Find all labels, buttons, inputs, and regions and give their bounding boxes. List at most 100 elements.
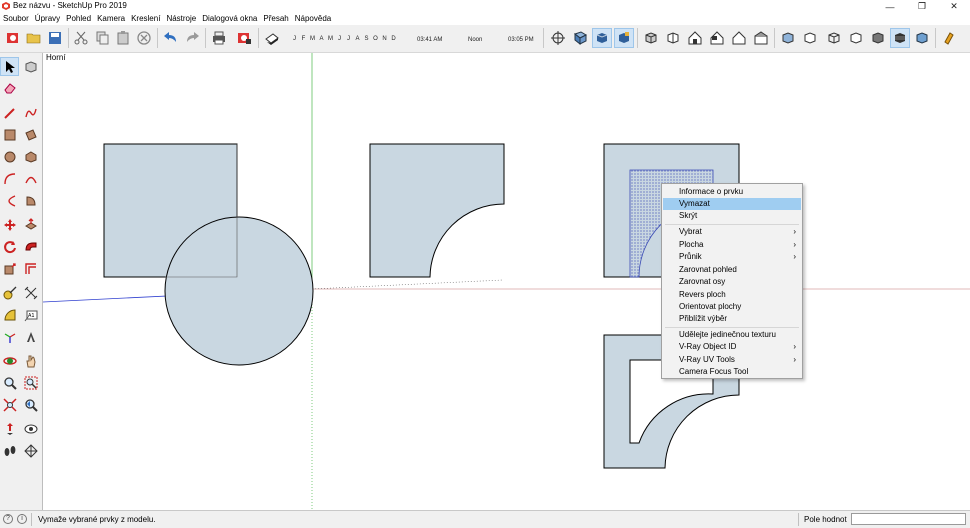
freehand-tool-icon[interactable] [21, 103, 40, 122]
menu-napoveda[interactable]: Nápověda [292, 13, 334, 25]
menu-nastroje[interactable]: Nástroje [163, 13, 199, 25]
circle-face[interactable] [164, 216, 314, 366]
previous-view-tool-icon[interactable] [21, 395, 40, 414]
ctx-orient-faces[interactable]: Orientovat plochy [663, 301, 801, 313]
front-view-icon[interactable] [685, 28, 705, 48]
walk-tool-icon[interactable] [0, 441, 19, 460]
menu-soubor[interactable]: Soubor [0, 13, 32, 25]
left-view-icon[interactable] [751, 28, 771, 48]
new-model-icon[interactable] [3, 28, 23, 48]
offset-tool-icon[interactable] [21, 259, 40, 278]
orbit-tool-icon[interactable] [0, 351, 19, 370]
line-tool-icon[interactable] [0, 103, 19, 122]
menu-kresleni[interactable]: Kreslení [128, 13, 163, 25]
redo-icon[interactable] [182, 28, 202, 48]
make-component-icon[interactable] [21, 57, 40, 76]
zoom-tool-icon[interactable] [0, 373, 19, 392]
ctx-erase[interactable]: Vymazat [663, 198, 801, 210]
model-viewport[interactable]: Horní [43, 53, 970, 510]
wireframe-style-icon[interactable] [824, 28, 844, 48]
display-section-planes-icon[interactable] [592, 28, 612, 48]
back-view-icon[interactable] [729, 28, 749, 48]
shadows-toggle-icon[interactable] [262, 28, 282, 48]
minimize-icon[interactable]: — [874, 0, 906, 13]
copy-icon[interactable] [92, 28, 112, 48]
back-edges-style-icon[interactable] [800, 28, 820, 48]
ctx-align-axes[interactable]: Zarovnat osy [663, 276, 801, 288]
menu-upravy[interactable]: Úpravy [32, 13, 63, 25]
polygon-tool-icon[interactable] [21, 147, 40, 166]
axes-tool-icon[interactable] [0, 327, 19, 346]
look-around-tool-icon[interactable] [21, 419, 40, 438]
save-icon[interactable] [45, 28, 65, 48]
3d-text-tool-icon[interactable] [21, 327, 40, 346]
ctx-reverse-faces[interactable]: Revers ploch [663, 289, 801, 301]
position-camera-tool-icon[interactable] [0, 419, 19, 438]
circle-tool-icon[interactable] [0, 147, 19, 166]
three-point-arc-tool-icon[interactable] [0, 191, 19, 210]
two-point-arc-tool-icon[interactable] [21, 169, 40, 188]
undo-icon[interactable] [161, 28, 181, 48]
ctx-hide[interactable]: Skrýt [663, 210, 801, 222]
protractor-tool-icon[interactable] [0, 305, 19, 324]
select-tool-icon[interactable] [0, 57, 19, 76]
arc-tool-icon[interactable] [0, 169, 19, 188]
ctx-make-unique-texture[interactable]: Udělejte jedinečnou texturu [663, 329, 801, 341]
ctx-zoom-selection[interactable]: Přiblížit výběr [663, 313, 801, 325]
erase-delete-icon[interactable] [134, 28, 154, 48]
square-circle-group[interactable] [103, 143, 314, 366]
menu-kamera[interactable]: Kamera [94, 13, 128, 25]
x-ray-axes-icon[interactable] [548, 28, 568, 48]
zoom-window-tool-icon[interactable] [21, 373, 40, 392]
monochrome-style-icon[interactable] [912, 28, 932, 48]
ctx-entity-info[interactable]: Informace o prvku [663, 186, 801, 198]
top-view-icon[interactable] [663, 28, 683, 48]
menu-dialogova-okna[interactable]: Dialogová okna [199, 13, 260, 25]
maximize-icon[interactable]: ❐ [906, 0, 938, 13]
pie-tool-icon[interactable] [21, 191, 40, 210]
print-icon[interactable] [209, 28, 229, 48]
paste-icon[interactable] [113, 28, 133, 48]
text-tool-icon[interactable]: A1 [21, 305, 40, 324]
xray-style-icon[interactable] [778, 28, 798, 48]
shaded-style-icon[interactable] [868, 28, 888, 48]
ctx-select[interactable]: Vybrat › [663, 226, 801, 238]
ctx-face[interactable]: Plocha › [663, 239, 801, 251]
tape-measure-tool-icon[interactable] [0, 283, 19, 302]
credits-icon[interactable]: i [17, 514, 27, 524]
right-view-icon[interactable] [707, 28, 727, 48]
display-section-cuts-icon[interactable] [614, 28, 634, 48]
menu-presah[interactable]: Přesah [260, 13, 291, 25]
model-info-icon[interactable] [234, 28, 254, 48]
measurements-input[interactable] [851, 513, 966, 525]
follow-me-tool-icon[interactable] [21, 237, 40, 256]
rotate-tool-icon[interactable] [0, 237, 19, 256]
paint-bucket-icon[interactable] [939, 28, 959, 48]
section-plane-icon[interactable] [570, 28, 590, 48]
geo-location-icon[interactable]: ? [3, 514, 13, 524]
rotated-rectangle-tool-icon[interactable] [21, 125, 40, 144]
ctx-vray-object-id[interactable]: V-Ray Object ID › [663, 341, 801, 353]
cut-icon[interactable] [71, 28, 91, 48]
shaded-with-textures-icon[interactable] [890, 28, 910, 48]
rectangle-tool-icon[interactable] [0, 125, 19, 144]
subtracted-face[interactable] [369, 143, 505, 278]
zoom-extents-tool-icon[interactable] [0, 395, 19, 414]
push-pull-tool-icon[interactable] [21, 215, 40, 234]
section-plane-tool-icon[interactable] [21, 441, 40, 460]
move-tool-icon[interactable] [0, 215, 19, 234]
iso-view-icon[interactable] [641, 28, 661, 48]
menu-pohled[interactable]: Pohled [63, 13, 94, 25]
pan-tool-icon[interactable] [21, 351, 40, 370]
eraser-tool-icon[interactable] [0, 78, 19, 97]
ctx-intersect[interactable]: Průnik › [663, 251, 801, 263]
open-folder-icon[interactable] [24, 28, 44, 48]
dimension-tool-icon[interactable] [21, 283, 40, 302]
close-icon[interactable]: ✕ [938, 0, 970, 13]
hidden-line-style-icon[interactable] [846, 28, 866, 48]
ctx-camera-focus-tool[interactable]: Camera Focus Tool [663, 366, 801, 378]
ctx-vray-uv-tools[interactable]: V-Ray UV Tools › [663, 354, 801, 366]
context-menu[interactable]: Informace o prvku Vymazat Skrýt Vybrat › … [661, 183, 803, 379]
scale-tool-icon[interactable] [0, 259, 19, 278]
model-canvas[interactable] [43, 53, 970, 510]
